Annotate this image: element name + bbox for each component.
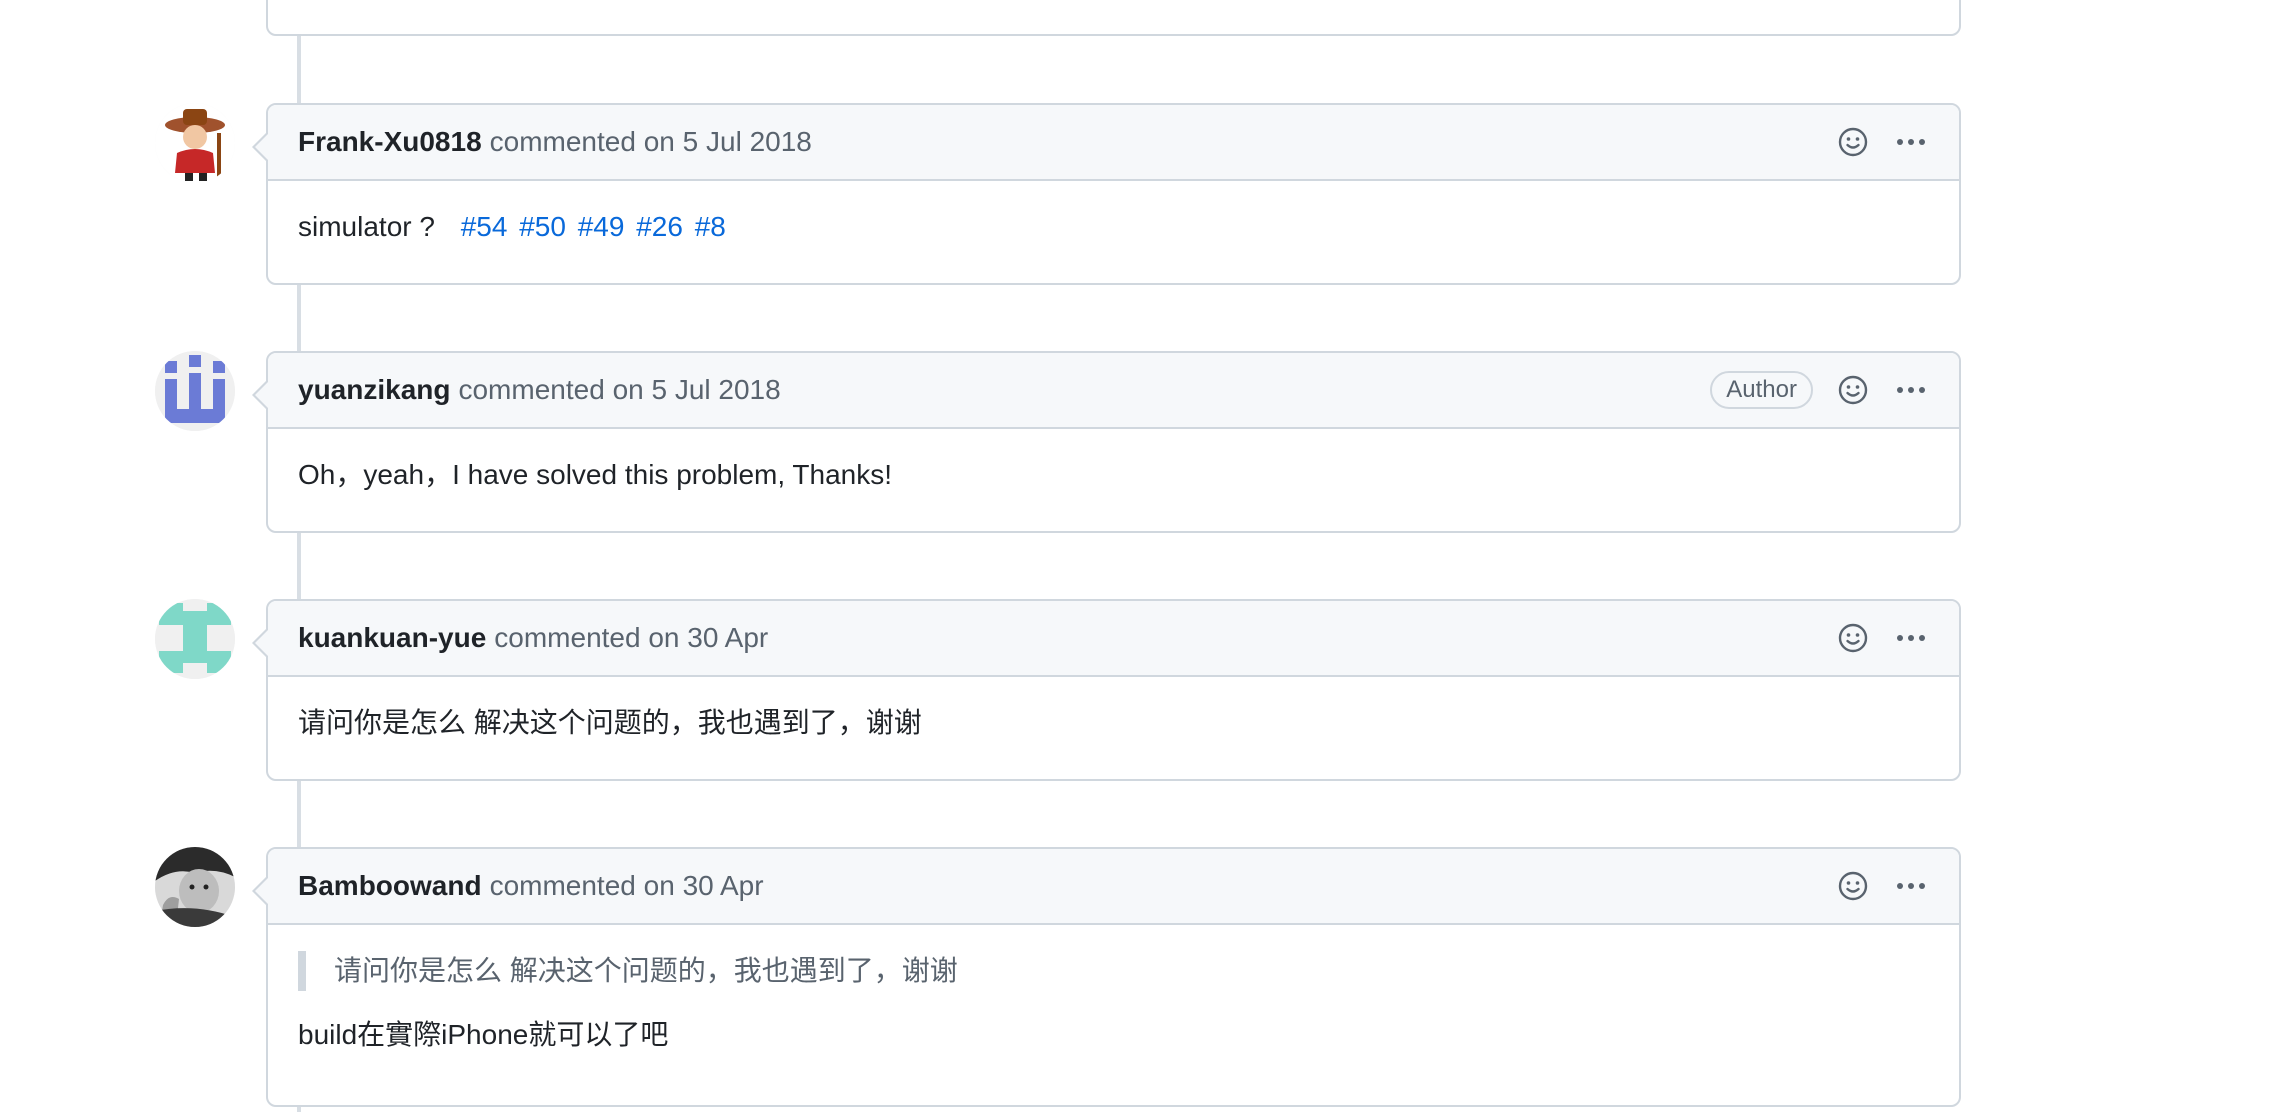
smiley-icon[interactable] bbox=[1835, 372, 1871, 408]
smiley-icon[interactable] bbox=[1835, 868, 1871, 904]
comment-action: commented bbox=[494, 622, 641, 653]
comment-card: Frank-Xu0818 commented on 5 Jul 2018 sim… bbox=[252, 103, 1961, 285]
kebab-horizontal-icon[interactable] bbox=[1893, 372, 1929, 408]
comment-text: Oh，yeah，I have solved this problem, Than… bbox=[298, 459, 893, 490]
issue-link[interactable]: #49 bbox=[578, 211, 625, 242]
comment-author-link[interactable]: Frank-Xu0818 bbox=[298, 126, 482, 158]
comment-text: simulator ? bbox=[298, 211, 435, 242]
comment-actions bbox=[1835, 868, 1929, 904]
comment-meta: commented on 30 Apr bbox=[494, 622, 768, 654]
comment-header: yuanzikang commented on 5 Jul 2018 Autho… bbox=[268, 353, 1959, 429]
comment-timestamp-link[interactable]: on 5 Jul 2018 bbox=[644, 126, 812, 157]
avatar-frank-xu0818[interactable] bbox=[155, 103, 235, 183]
comment-card: Bamboowand commented on 30 Apr 请问你是怎么 解决… bbox=[252, 847, 1961, 1107]
comment-timestamp-link[interactable]: on 30 Apr bbox=[644, 870, 764, 901]
issue-timeline: Frank-Xu0818 commented on 5 Jul 2018 sim… bbox=[0, 0, 2270, 1112]
smiley-icon[interactable] bbox=[1835, 124, 1871, 160]
comment-text: 请问你是怎么 解决这个问题的，我也遇到了，谢谢 bbox=[298, 707, 922, 738]
avatar-bamboowand[interactable] bbox=[155, 847, 235, 927]
comment-header: Frank-Xu0818 commented on 5 Jul 2018 bbox=[268, 105, 1959, 181]
comment-body: Oh，yeah，I have solved this problem, Than… bbox=[268, 429, 1959, 531]
comment-actions bbox=[1835, 124, 1929, 160]
comment-body: 请问你是怎么 解决这个问题的，我也遇到了，谢谢 build在實際iPhone就可… bbox=[268, 925, 1959, 1085]
comment-action: commented bbox=[489, 870, 636, 901]
issue-link[interactable]: #54 bbox=[461, 211, 508, 242]
comment-text: build在實際iPhone就可以了吧 bbox=[298, 1019, 669, 1050]
comment-timestamp-link[interactable]: on 5 Jul 2018 bbox=[613, 374, 781, 405]
issue-link[interactable]: #26 bbox=[636, 211, 683, 242]
comment-body: simulator ? #54 #50 #49 #26 #8 bbox=[268, 181, 1959, 283]
comment-author-link[interactable]: kuankuan-yue bbox=[298, 622, 486, 654]
comment-meta: commented on 30 Apr bbox=[490, 870, 764, 902]
comment-card: yuanzikang commented on 5 Jul 2018 Autho… bbox=[252, 351, 1961, 533]
issue-link[interactable]: #50 bbox=[519, 211, 566, 242]
comment-action: commented bbox=[489, 126, 636, 157]
comment-header: Bamboowand commented on 30 Apr bbox=[268, 849, 1959, 925]
comment-meta: commented on 5 Jul 2018 bbox=[458, 374, 780, 406]
quoted-text: 请问你是怎么 解决这个问题的，我也遇到了，谢谢 bbox=[334, 955, 958, 986]
kebab-horizontal-icon[interactable] bbox=[1893, 620, 1929, 656]
issue-link[interactable]: #8 bbox=[695, 211, 726, 242]
comment-timestamp-link[interactable]: on 30 Apr bbox=[648, 622, 768, 653]
comment-header: kuankuan-yue commented on 30 Apr bbox=[268, 601, 1959, 677]
comment-body: 请问你是怎么 解决这个问题的，我也遇到了，谢谢 bbox=[268, 677, 1959, 779]
kebab-horizontal-icon[interactable] bbox=[1893, 124, 1929, 160]
quoted-reply: 请问你是怎么 解决这个问题的，我也遇到了，谢谢 bbox=[298, 951, 1929, 991]
comment-action: commented bbox=[458, 374, 605, 405]
comment-author-link[interactable]: yuanzikang bbox=[298, 374, 450, 406]
comment-meta: commented on 5 Jul 2018 bbox=[490, 126, 812, 158]
comment-actions: Author bbox=[1710, 371, 1929, 409]
comment-actions bbox=[1835, 620, 1929, 656]
comment-author-link[interactable]: Bamboowand bbox=[298, 870, 482, 902]
avatar-yuanzikang[interactable] bbox=[155, 351, 235, 431]
previous-comment-card-bottom bbox=[266, 0, 1961, 36]
avatar-kuankuan-yue[interactable] bbox=[155, 599, 235, 679]
smiley-icon[interactable] bbox=[1835, 620, 1871, 656]
author-badge: Author bbox=[1710, 371, 1813, 409]
kebab-horizontal-icon[interactable] bbox=[1893, 868, 1929, 904]
comment-card: kuankuan-yue commented on 30 Apr 请问你是怎么 … bbox=[252, 599, 1961, 781]
